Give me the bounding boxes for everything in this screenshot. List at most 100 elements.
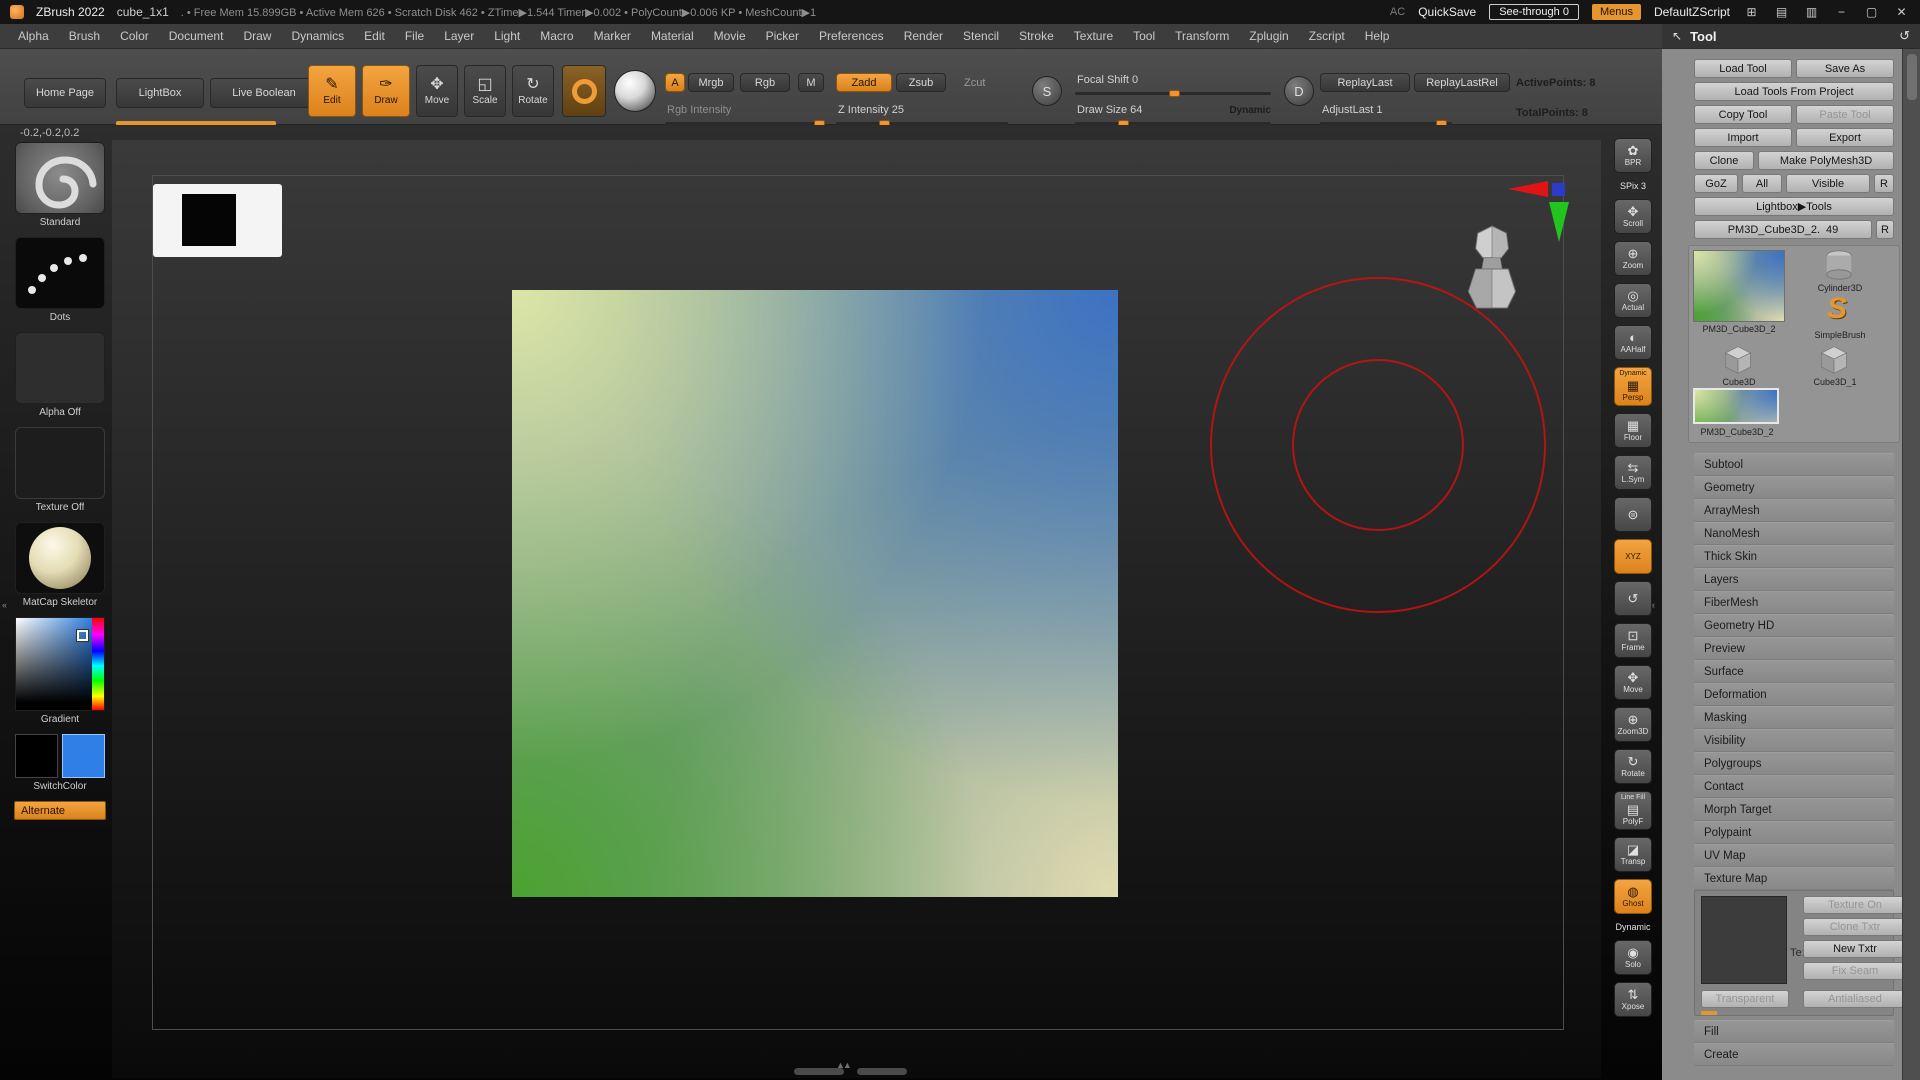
scrollbar-handle[interactable] (1907, 54, 1917, 100)
menu-item[interactable]: Alpha (8, 29, 59, 43)
replay-last-rel-button[interactable]: ReplayLastRel (1414, 73, 1510, 92)
m-button[interactable]: M (798, 73, 824, 92)
menu-item[interactable]: Picker (756, 29, 809, 43)
secondary-color-swatch[interactable] (15, 734, 58, 778)
dynamic-toggle[interactable]: D (1284, 76, 1314, 106)
menu-item[interactable]: Movie (704, 29, 756, 43)
menu-item[interactable]: Material (641, 29, 704, 43)
sculptris-pro-toggle[interactable]: S (1032, 76, 1062, 106)
current-material-item[interactable]: MatCap Skeletor (14, 522, 106, 608)
menu-item[interactable]: Stencil (953, 29, 1009, 43)
tool-thumbnail-selected[interactable] (1693, 388, 1779, 424)
current-stroke-item[interactable]: Dots (14, 237, 106, 323)
menu-item[interactable]: Help (1355, 29, 1400, 43)
menu-item[interactable]: Zplugin (1239, 29, 1298, 43)
menu-item[interactable]: Render (894, 29, 953, 43)
menu-item[interactable]: Marker (584, 29, 641, 43)
right-shelf-button[interactable]: ⊕ Zoom3D (1614, 707, 1652, 742)
canvas-scroll-arrows-icon[interactable]: ▲▲ (836, 1060, 850, 1070)
tool-section[interactable]: ArrayMesh (1694, 499, 1894, 522)
menu-item[interactable]: Edit (354, 29, 395, 43)
menu-item[interactable]: Layer (434, 29, 484, 43)
right-shelf-button[interactable]: ↻ Rotate (1614, 749, 1652, 784)
menu-item[interactable]: Tool (1123, 29, 1165, 43)
tool-section[interactable]: Surface (1694, 660, 1894, 683)
load-tools-from-project-button[interactable]: Load Tools From Project (1694, 82, 1894, 101)
save-as-button[interactable]: Save As (1796, 59, 1894, 78)
restore-configuration-icon[interactable]: ↺ (1899, 28, 1910, 44)
menu-item[interactable]: Document (159, 29, 234, 43)
goz-button[interactable]: GoZ (1694, 174, 1738, 193)
right-shelf-button[interactable]: ◍ Ghost (1614, 879, 1652, 914)
tool-section[interactable]: FiberMesh (1694, 591, 1894, 614)
rotate-button[interactable]: ↻ Rotate (512, 65, 554, 117)
right-shelf-button[interactable]: SPix 3 (1614, 180, 1652, 192)
paste-tool-button[interactable]: Paste Tool (1796, 105, 1894, 124)
slider-handle[interactable] (1169, 90, 1180, 97)
home-page-button[interactable]: Home Page (24, 78, 106, 108)
tool-section[interactable]: Geometry HD (1694, 614, 1894, 637)
goz-all-button[interactable]: All (1742, 174, 1782, 193)
zsub-button[interactable]: Zsub (896, 73, 946, 92)
tool-section[interactable]: Polygroups (1694, 752, 1894, 775)
load-tool-button[interactable]: Load Tool (1694, 59, 1792, 78)
transparent-button[interactable]: Transparent (1701, 990, 1789, 1008)
primary-color-swatch[interactable] (62, 734, 105, 778)
tool-section[interactable]: Visibility (1694, 729, 1894, 752)
adjust-last-slider[interactable]: AdjustLast 1 (1320, 103, 1452, 121)
z-intensity-slider[interactable]: Z Intensity 25 (836, 103, 1008, 121)
texture-map-button[interactable]: Fix Seam (1803, 962, 1907, 980)
tool-section[interactable]: Deformation (1694, 683, 1894, 706)
menu-item[interactable]: Stroke (1009, 29, 1064, 43)
current-texture-item[interactable]: Texture Off (14, 427, 106, 513)
layout-icon[interactable]: ▤ (1773, 5, 1790, 19)
live-boolean-button[interactable]: Live Boolean (210, 78, 318, 108)
lightbox-tools-button[interactable]: Lightbox▶Tools (1694, 197, 1894, 216)
tool-section[interactable]: Polypaint (1694, 821, 1894, 844)
menu-item[interactable]: Color (110, 29, 159, 43)
focal-shift-slider[interactable]: Focal Shift 0 (1075, 73, 1271, 91)
menu-item[interactable]: Dynamics (281, 29, 354, 43)
tool-thumbnail-cylinder[interactable] (1819, 248, 1859, 282)
tool-section[interactable]: Geometry (1694, 476, 1894, 499)
gradient-color-picker[interactable] (15, 617, 105, 711)
texture-map-thumbnail[interactable] (1701, 896, 1787, 984)
draw-button[interactable]: ✑ Draw (362, 65, 410, 117)
current-brush-preview[interactable] (562, 65, 606, 117)
clone-button[interactable]: Clone (1694, 151, 1754, 170)
color-picker-item[interactable]: Gradient (14, 617, 106, 725)
tool-thumbnail-cube3d[interactable] (1719, 344, 1757, 376)
right-shelf-button[interactable]: Line Fill ▤ PolyF (1614, 791, 1652, 830)
maximize-icon[interactable]: ▢ (1863, 5, 1880, 19)
right-shelf-button[interactable]: ⇅ Xpose (1614, 982, 1652, 1017)
lightbox-button[interactable]: LightBox (116, 78, 204, 108)
tool-section[interactable]: Masking (1694, 706, 1894, 729)
right-shelf-button[interactable]: XYZ (1614, 539, 1652, 574)
current-alpha-item[interactable]: Alpha Off (14, 332, 106, 418)
tool-section[interactable]: Layers (1694, 568, 1894, 591)
right-shelf-button[interactable]: ✿ BPR (1614, 138, 1652, 173)
edit-button[interactable]: ✎ Edit (308, 65, 356, 117)
make-polymesh3d-button[interactable]: Make PolyMesh3D (1758, 151, 1894, 170)
menu-item[interactable]: Draw (233, 29, 281, 43)
right-shelf-button[interactable]: ◎ Actual (1614, 283, 1652, 318)
menu-item[interactable]: File (395, 29, 434, 43)
tool-r-button[interactable]: R (1876, 220, 1894, 239)
close-icon[interactable]: ✕ (1893, 5, 1910, 19)
menu-item[interactable]: Light (484, 29, 530, 43)
tool-section[interactable]: UV Map (1694, 844, 1894, 867)
goz-visible-button[interactable]: Visible (1786, 174, 1870, 193)
right-shelf-button[interactable]: ✥ Scroll (1614, 199, 1652, 234)
rgb-button[interactable]: Rgb (740, 73, 790, 92)
right-shelf-button[interactable]: ▦ Floor (1614, 413, 1652, 448)
tool-thumbnail-simplebrush[interactable]: S (1827, 292, 1847, 326)
right-shelf-button[interactable]: Dynamic (1614, 921, 1652, 933)
right-shelf-button[interactable]: ◪ Transp (1614, 837, 1652, 872)
tool-thumbnail-pm3d-cube[interactable] (1693, 250, 1785, 322)
import-button[interactable]: Import (1694, 128, 1792, 147)
tool-section[interactable]: Subtool (1694, 453, 1894, 476)
minimize-icon[interactable]: − (1833, 5, 1850, 19)
tool-section[interactable]: Thick Skin (1694, 545, 1894, 568)
color-picker-selector[interactable] (77, 630, 88, 641)
hue-strip[interactable] (92, 618, 104, 710)
